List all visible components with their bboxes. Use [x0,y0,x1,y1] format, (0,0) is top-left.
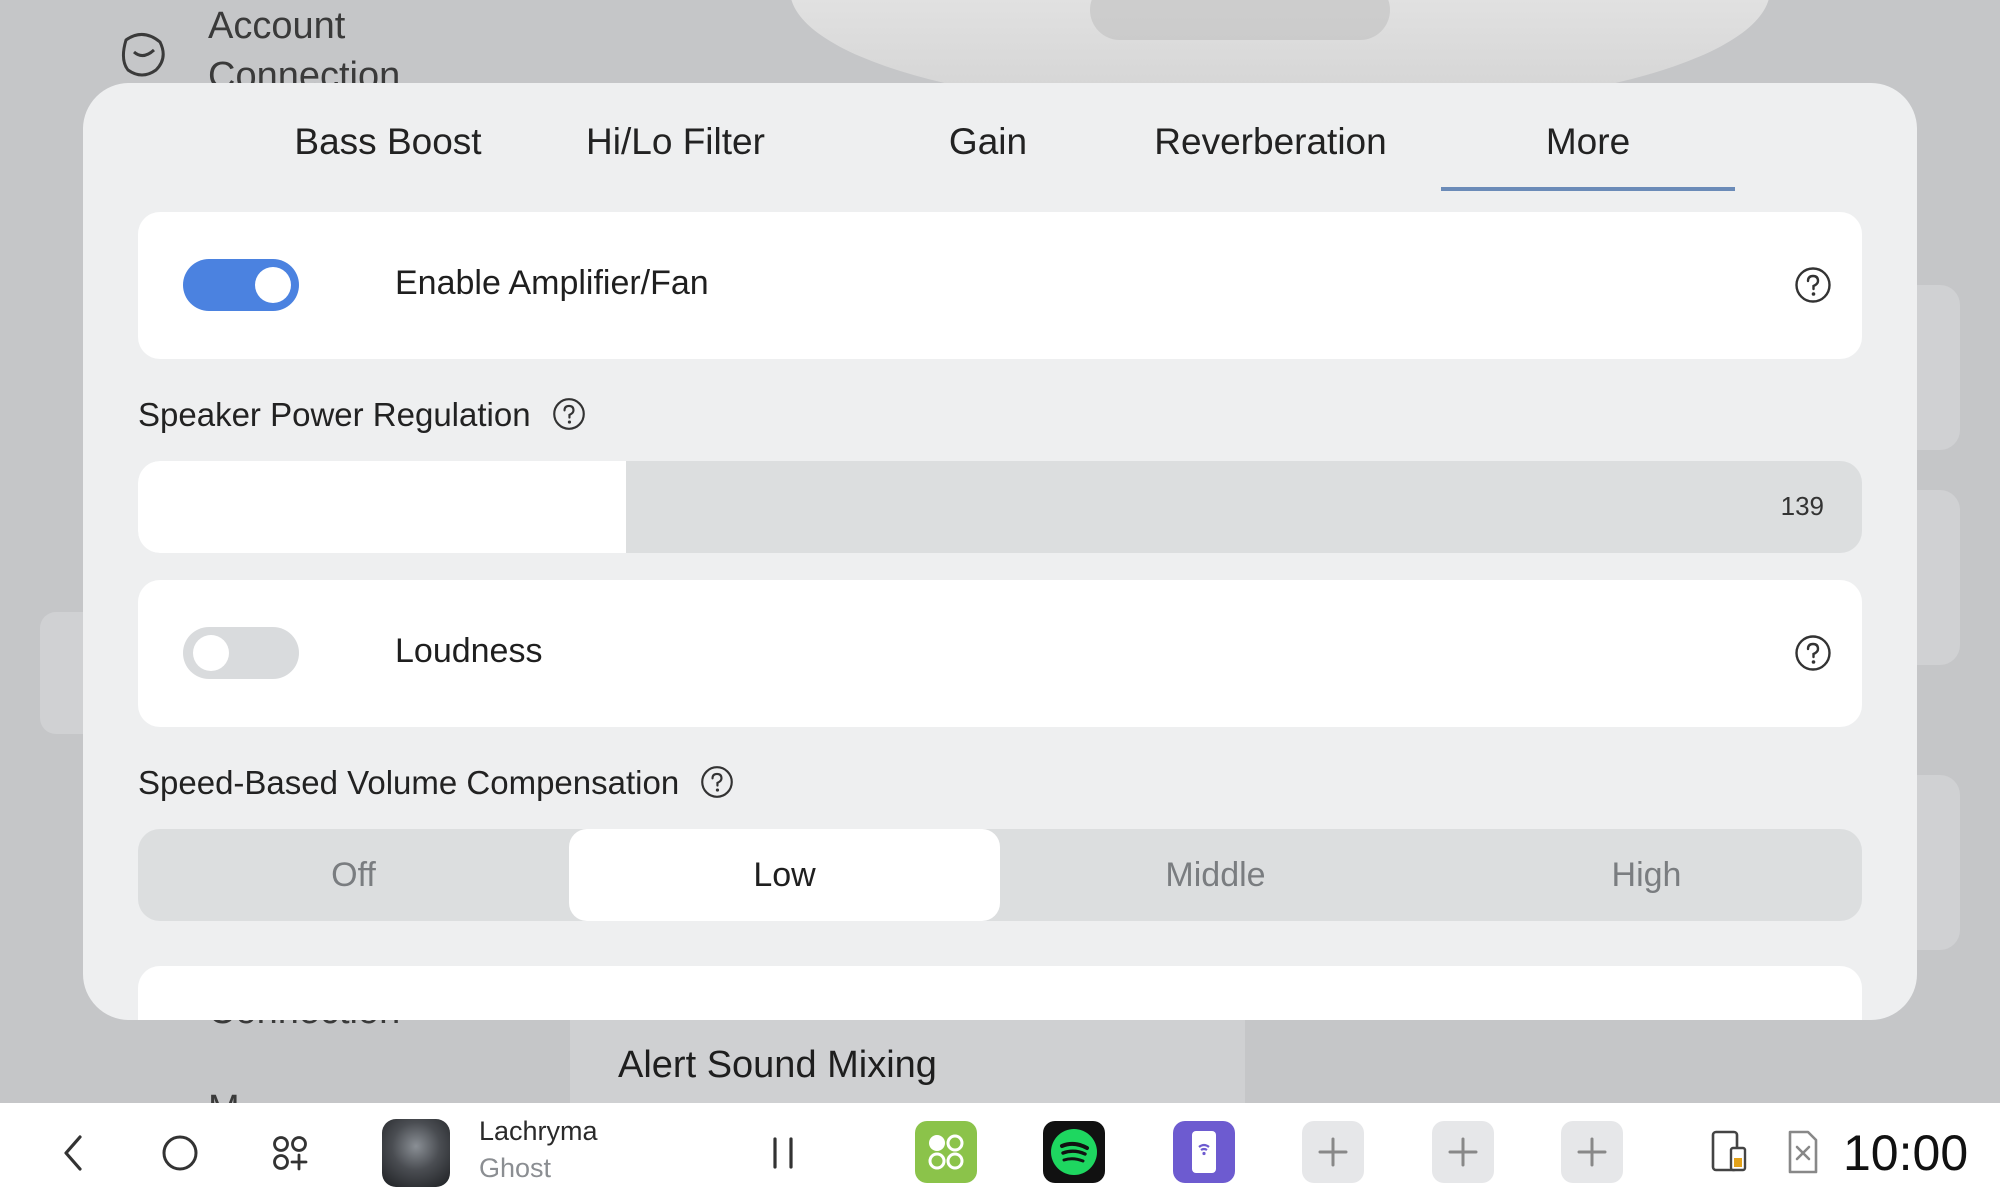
plus-icon [1318,1137,1348,1167]
loudness-label: Loudness [395,632,543,670]
clock: 10:00 [1843,1125,1969,1181]
add-app-button[interactable] [1561,1121,1623,1183]
speaker-power-title: Speaker Power Regulation [138,396,586,434]
now-playing-artist[interactable]: Ghost [479,1153,551,1184]
amplifier-toggle[interactable] [183,259,299,311]
tab-bar: Bass Boost Hi/Lo Filter Gain Reverberati… [83,83,1917,195]
plus-icon [1448,1137,1478,1167]
tab-more[interactable]: More [1441,121,1735,191]
speaker-power-slider-fill [138,461,626,553]
amplifier-card: Enable Amplifier/Fan [138,212,1862,359]
segment-off[interactable]: Off [138,829,569,921]
help-icon[interactable] [700,765,734,799]
app-grid-green-icon[interactable] [915,1121,977,1183]
help-icon[interactable] [1794,266,1832,304]
segment-high[interactable]: High [1431,829,1862,921]
speed-compensation-selector: Off Low Middle High [138,829,1862,921]
segment-low[interactable]: Low [569,829,1000,921]
next-card-partial [138,966,1862,1020]
pause-icon[interactable] [753,1123,813,1183]
audio-settings-modal: Bass Boost Hi/Lo Filter Gain Reverberati… [83,83,1917,1020]
help-icon[interactable] [1794,634,1832,672]
loudness-card: Loudness [138,580,1862,727]
alert-sound-mixing-label: Alert Sound Mixing [618,1044,937,1086]
spotify-icon[interactable] [1043,1121,1105,1183]
add-app-button[interactable] [1302,1121,1364,1183]
tab-bass-boost[interactable]: Bass Boost [283,121,493,191]
tab-gain[interactable]: Gain [903,121,1073,191]
app-launcher-icon[interactable] [260,1123,320,1183]
phone-battery-icon[interactable] [1705,1124,1755,1180]
album-art[interactable] [382,1119,450,1187]
speaker-power-slider[interactable]: 139 [138,461,1862,553]
no-signal-icon[interactable] [1780,1126,1824,1178]
speaker-power-title-text: Speaker Power Regulation [138,396,531,433]
speed-compensation-title-text: Speed-Based Volume Compensation [138,764,680,801]
home-icon[interactable] [150,1123,210,1183]
amplifier-label: Enable Amplifier/Fan [395,264,709,302]
segment-middle[interactable]: Middle [1000,829,1431,921]
speaker-power-value: 139 [1780,491,1824,521]
loudness-toggle[interactable] [183,627,299,679]
back-icon[interactable] [44,1123,104,1183]
add-app-button[interactable] [1432,1121,1494,1183]
wireless-phone-app-icon[interactable] [1173,1121,1235,1183]
plus-icon [1577,1137,1607,1167]
tab-hi-lo-filter[interactable]: Hi/Lo Filter [568,121,783,191]
account-icon [121,33,165,77]
speed-compensation-title: Speed-Based Volume Compensation [138,764,734,802]
now-playing-title[interactable]: Lachryma [479,1116,598,1147]
tab-reverberation[interactable]: Reverberation [1148,121,1393,191]
bg-menu-account: Account [208,5,346,47]
help-icon[interactable] [552,397,586,431]
